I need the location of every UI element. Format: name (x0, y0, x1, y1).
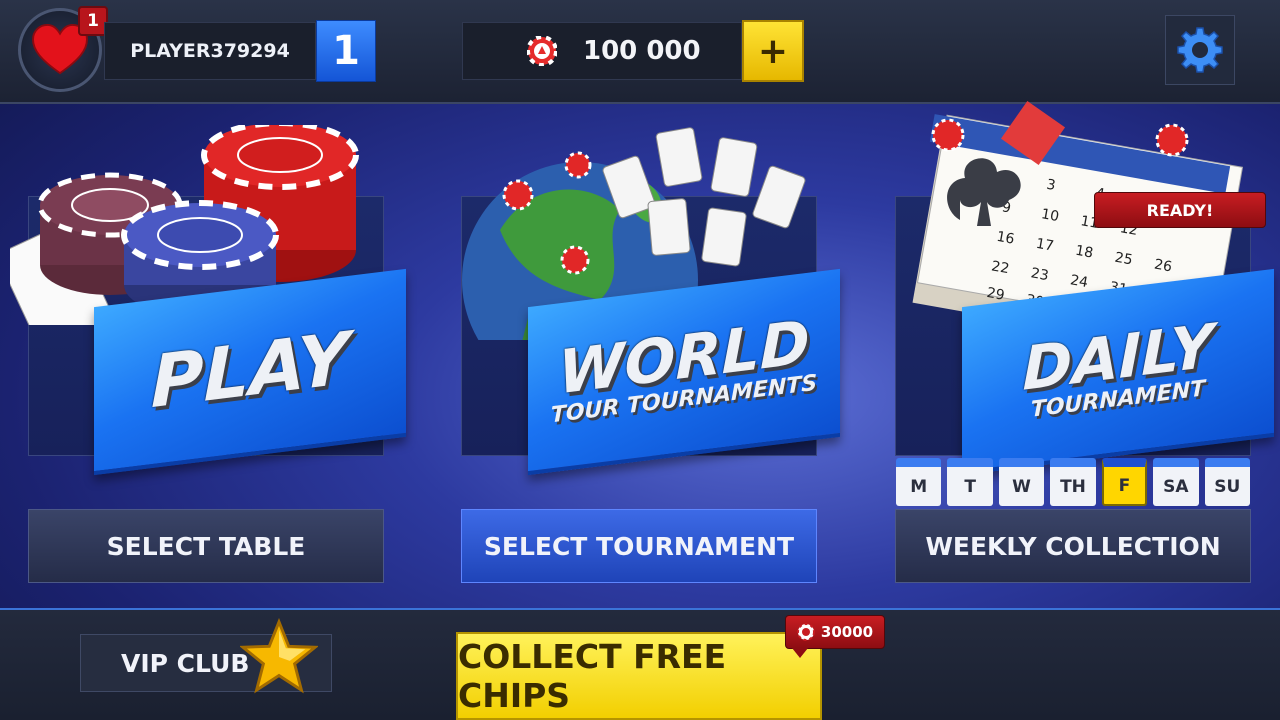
day-su[interactable]: SU (1204, 458, 1250, 506)
collect-free-chips-button[interactable]: COLLECT FREE CHIPS (456, 632, 822, 720)
day-w[interactable]: W (998, 458, 1045, 506)
select-tournament-button[interactable]: SELECT TOURNAMENT (461, 509, 817, 583)
day-f[interactable]: F (1101, 458, 1148, 506)
svg-text:24: 24 (1069, 272, 1089, 291)
play-title: PLAY (150, 315, 350, 425)
day-sa[interactable]: SA (1153, 458, 1199, 506)
day-t[interactable]: T (947, 458, 993, 506)
bonus-chips-amount: 30000 (820, 623, 874, 641)
svg-text:23: 23 (1029, 265, 1049, 284)
chip-icon (527, 36, 557, 66)
day-th[interactable]: TH (1050, 458, 1096, 506)
svg-text:17: 17 (1035, 236, 1055, 255)
chip-icon (796, 623, 815, 641)
bonus-chips-badge: 30000 (785, 615, 885, 658)
svg-text:25: 25 (1113, 250, 1133, 269)
add-chips-button[interactable]: + (742, 20, 804, 82)
svg-text:29: 29 (985, 285, 1005, 304)
collect-free-chips-label: COLLECT FREE CHIPS (458, 637, 727, 715)
weekday-selector: M T W TH F SA SU (896, 458, 1250, 506)
select-table-button[interactable]: SELECT TABLE (28, 509, 384, 583)
settings-button[interactable] (1165, 15, 1235, 85)
svg-text:16: 16 (995, 229, 1015, 248)
ready-badge: READY! (1094, 192, 1266, 228)
svg-text:10: 10 (1040, 206, 1060, 225)
svg-text:26: 26 (1153, 257, 1173, 276)
player-level[interactable]: 1 (316, 20, 376, 82)
gear-icon (1177, 27, 1223, 73)
day-m[interactable]: M (896, 458, 942, 506)
svg-text:22: 22 (990, 258, 1010, 277)
svg-text:18: 18 (1074, 243, 1094, 262)
star-icon (240, 618, 318, 694)
chips-balance: 100 000 (462, 22, 742, 80)
weekly-collection-button[interactable]: WEEKLY COLLECTION (895, 509, 1251, 583)
player-name[interactable]: PLAYER379294 (104, 22, 316, 80)
vip-club-label: VIP CLUB (121, 648, 250, 678)
chips-amount: 100 000 (583, 36, 701, 66)
